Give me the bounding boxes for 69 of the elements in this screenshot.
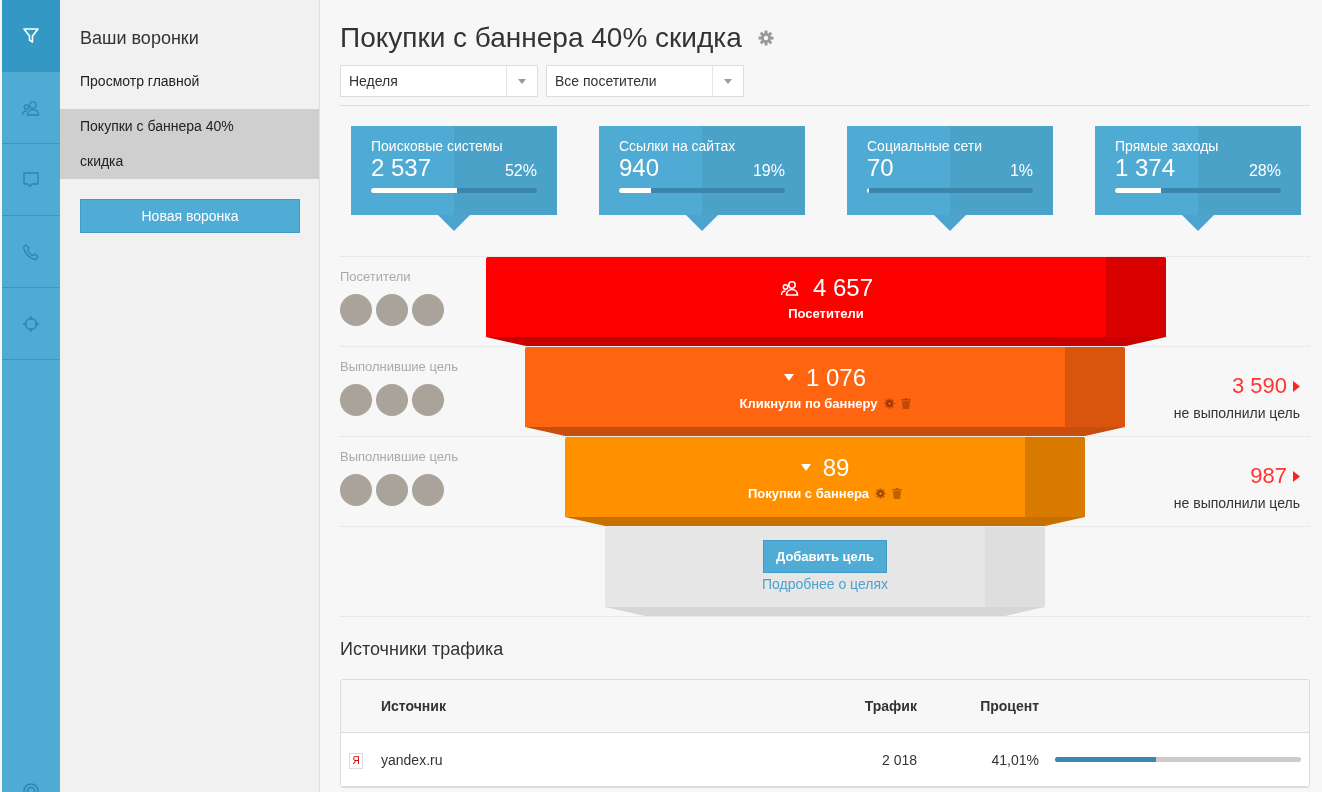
stage-group-label: Посетители [340, 269, 412, 284]
filter-dropdown[interactable]: Неделя [340, 65, 538, 97]
funnel-icon [22, 26, 40, 45]
play-icon [1293, 380, 1300, 392]
avatar-circle [340, 384, 372, 416]
card-value: 70 [867, 154, 894, 182]
lost-label: не выполнили цель [1172, 495, 1300, 511]
chat-icon [22, 170, 40, 189]
avatar-circle [340, 474, 372, 506]
avatar-circle [412, 294, 444, 326]
favicon-icon: Я [349, 753, 363, 769]
people-icon [778, 278, 801, 297]
card-label: Прямые заходы [1115, 138, 1220, 154]
card-label: Социальные сети [867, 138, 983, 154]
avatar-circle [412, 474, 444, 506]
triangle-down-icon[interactable] [783, 374, 794, 381]
avatar-circle [340, 294, 372, 326]
new-funnel-button[interactable]: Новая воронка [80, 199, 300, 233]
card-percent: 52% [504, 162, 537, 180]
stage-group-label: Выполнившие цель [340, 449, 459, 464]
settings-icon[interactable] [757, 30, 774, 46]
sidebar-title: Ваши воронки [80, 28, 200, 50]
lost-count[interactable]: 987 [1250, 463, 1300, 489]
card-value: 2 537 [371, 154, 432, 182]
triangle-down-icon[interactable] [800, 464, 811, 471]
crosshair-icon [22, 314, 40, 333]
stage-label: Кликнули по баннеру [739, 395, 878, 411]
table-cell-text: 41,01% [990, 751, 1039, 768]
card-label: Поисковые системы [371, 138, 504, 154]
card-label: Ссылки на сайтах [619, 138, 737, 154]
phone-icon [22, 242, 40, 261]
column-header: Трафик [863, 698, 917, 714]
card-percent: 28% [1248, 162, 1281, 180]
trash-icon[interactable] [900, 397, 911, 409]
lost-label: не выполнили цель [1172, 405, 1300, 421]
stage-label: Посетители [788, 305, 864, 321]
column-header: Источник [381, 698, 447, 714]
lost-count[interactable]: 3 590 [1231, 373, 1300, 399]
avatar-circle [376, 474, 408, 506]
goals-info-link[interactable]: Подробнее о целях [761, 576, 889, 592]
caret-icon [724, 78, 732, 84]
avatar-circle [376, 294, 408, 326]
settings-icon[interactable] [875, 487, 887, 499]
trash-icon[interactable] [892, 487, 903, 499]
stage-count: 1 076 [805, 363, 867, 392]
avatar-circle [376, 384, 408, 416]
lifebuoy-icon[interactable] [22, 782, 40, 792]
filter-dropdown[interactable]: Все посетители [546, 65, 744, 97]
card-value: 1 374 [1115, 154, 1176, 182]
settings-icon[interactable] [883, 397, 895, 409]
stage-label: Покупки с баннера [747, 485, 870, 501]
card-percent: 1% [1009, 162, 1033, 180]
stage-group-label: Выполнившие цель [340, 359, 459, 374]
caret-icon [518, 78, 526, 84]
avatar-circle [412, 384, 444, 416]
table-cell-text: yandex.ru [381, 751, 444, 768]
play-icon [1293, 470, 1300, 482]
add-goal-button[interactable]: Добавить цель [762, 540, 887, 573]
card-percent: 19% [752, 162, 785, 180]
card-value: 940 [619, 154, 660, 182]
funnel-list-item[interactable]: Покупки с баннера 40% скидка [60, 109, 319, 179]
section-title: Источники трафика [340, 639, 505, 660]
column-header: Процент [979, 698, 1039, 714]
people-icon [21, 98, 41, 117]
table-cell-text: 2 018 [880, 751, 917, 768]
page-title: Покупки с баннера 40% скидка [340, 22, 742, 54]
stage-count: 89 [822, 453, 850, 482]
funnel-list-item[interactable]: Просмотр главной [60, 64, 319, 109]
stage-count: 4 657 [812, 273, 874, 302]
